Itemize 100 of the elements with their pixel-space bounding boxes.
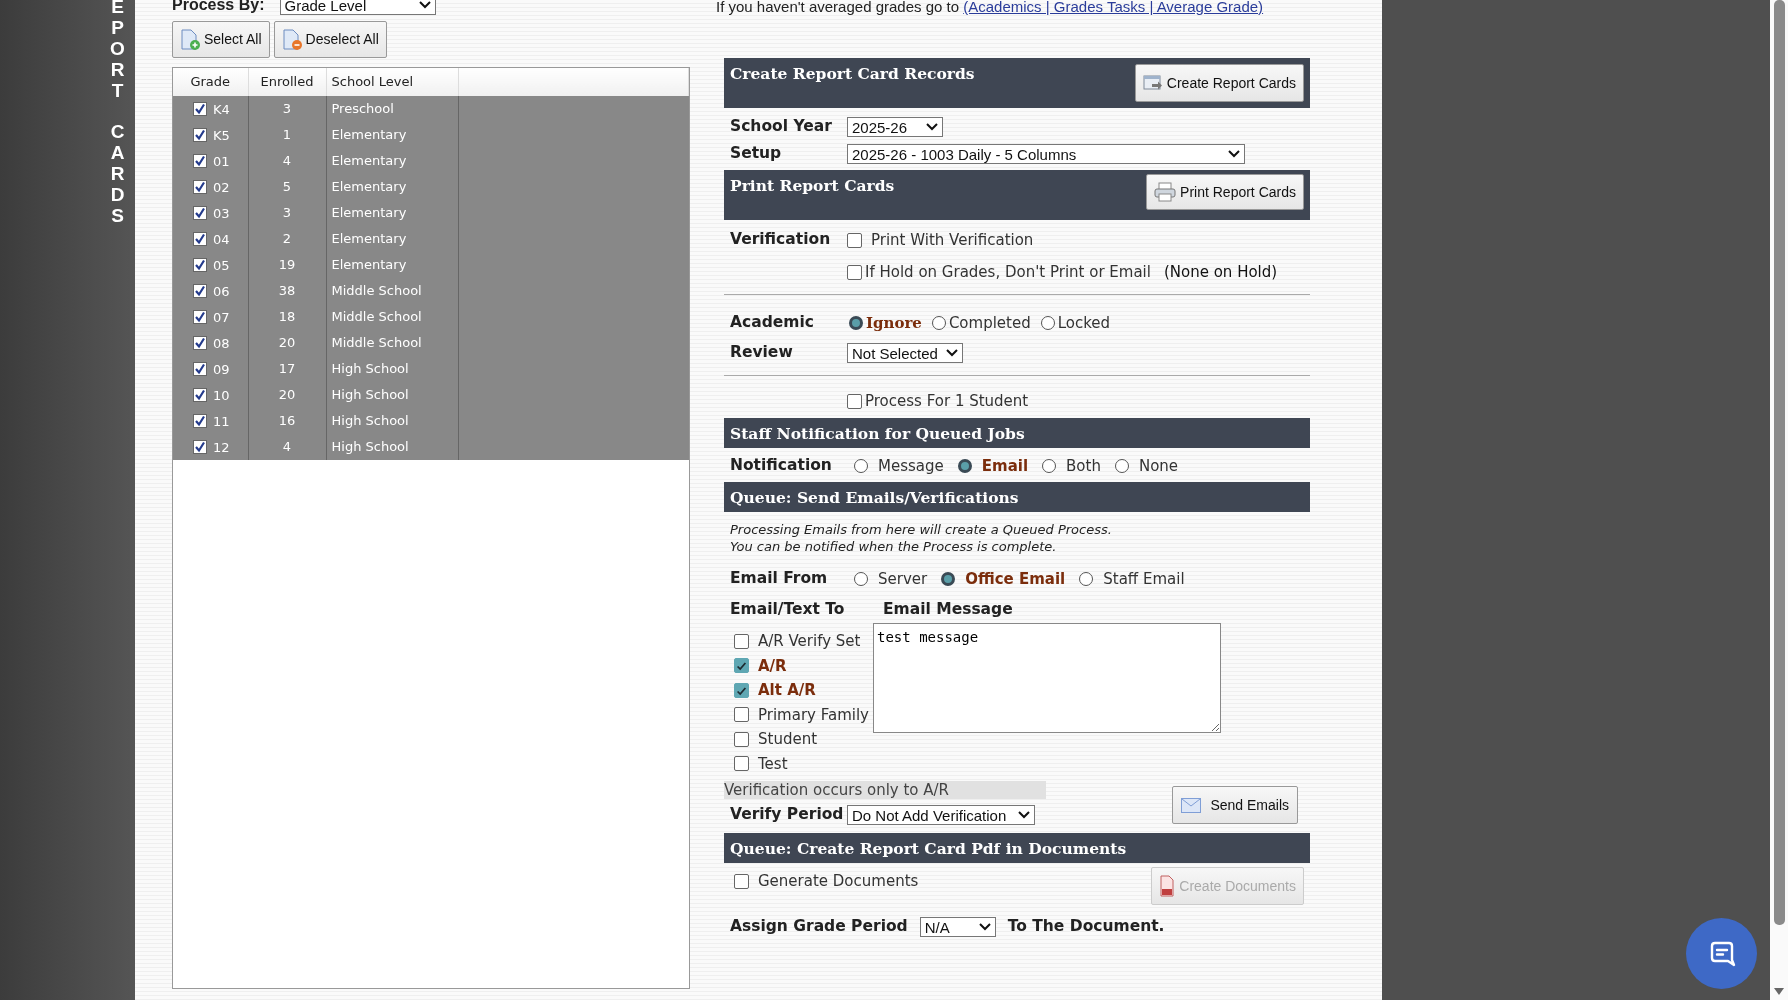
hold-status: (None on Hold)	[1163, 261, 1278, 283]
enrolled-cell: 1	[248, 122, 326, 148]
envelope-icon	[1181, 797, 1202, 813]
grade-checkbox[interactable]	[193, 206, 207, 221]
enrolled-cell: 2	[248, 226, 326, 252]
grade-checkbox[interactable]	[193, 258, 207, 273]
checkbox[interactable]	[734, 658, 749, 674]
grade-cell: 03	[213, 205, 230, 221]
option-label: If Hold on Grades, Don't Print or Email	[865, 261, 1151, 283]
caret-icon	[946, 349, 958, 357]
enrolled-cell: 16	[248, 408, 326, 434]
option-label: Completed	[948, 312, 1031, 334]
grade-cell: 02	[213, 179, 230, 195]
message-field[interactable]: test message	[873, 623, 1221, 733]
radio-button[interactable]	[854, 459, 868, 473]
grade-cell: 09	[213, 361, 230, 377]
option-label: None	[1138, 455, 1179, 477]
document-icon	[180, 28, 200, 51]
checkbox[interactable]	[847, 393, 862, 409]
caret-icon	[978, 923, 991, 931]
option-label: Print With Verification	[871, 229, 1034, 251]
option-label: Both	[1066, 455, 1101, 477]
average-grade-link[interactable]: (Academics | Grades Tasks | Average Grade)	[963, 0, 1264, 15]
school-level-cell: High School	[326, 408, 458, 434]
radio-button[interactable]	[1040, 316, 1055, 330]
option-label: Message	[878, 455, 944, 477]
grade-checkbox[interactable]	[193, 336, 207, 351]
grade-period-select[interactable]: N/A	[919, 917, 996, 937]
select-all-button[interactable]: Select All	[172, 21, 270, 58]
checkbox[interactable]	[734, 873, 749, 889]
checkbox[interactable]	[734, 633, 749, 649]
school-year-select[interactable]: 2025-26	[847, 117, 943, 137]
radio-button[interactable]	[1079, 572, 1094, 586]
radio-button[interactable]	[957, 459, 972, 473]
checkbox[interactable]	[734, 756, 749, 772]
enrolled-cell: 20	[248, 330, 326, 356]
info-text: Processing Emails from here will create a Queued Process.	[730, 521, 1113, 538]
grade-cell: 12	[213, 439, 230, 455]
enrolled-cell: 4	[248, 434, 326, 460]
grade-cell: 04	[213, 231, 230, 247]
school-level-cell: High School	[326, 382, 458, 408]
send-emails-button[interactable]: Send Emails	[1172, 786, 1298, 824]
checkbox[interactable]	[734, 682, 749, 698]
section-title: Print Report Cards	[730, 175, 895, 197]
grade-cell: 10	[213, 387, 230, 403]
grade-checkbox[interactable]	[193, 414, 207, 429]
grade-checkbox[interactable]	[193, 310, 207, 325]
enrolled-cell: 5	[248, 174, 326, 200]
grade-checkbox[interactable]	[193, 362, 207, 377]
radio-button[interactable]	[941, 572, 956, 586]
setup-select[interactable]: 2025-26 - 1003 Daily - 5 Columns	[847, 144, 1245, 164]
field-label: To The Document.	[1007, 916, 1165, 938]
radio-button[interactable]	[931, 316, 946, 330]
enrolled-cell: 20	[248, 382, 326, 408]
create-report-cards-button[interactable]: Create Report Cards	[1134, 64, 1304, 102]
field-label: Academic	[730, 312, 815, 334]
enrolled-cell: 17	[248, 356, 326, 382]
radio-button[interactable]	[1042, 459, 1057, 473]
radio-button[interactable]	[1114, 459, 1129, 473]
grade-cell: 11	[213, 413, 230, 429]
option-label: Email	[981, 455, 1029, 477]
grade-checkbox[interactable]	[193, 284, 207, 299]
grade-checkbox[interactable]	[193, 388, 207, 403]
radio-button[interactable]	[854, 572, 868, 586]
option-label: Ignore	[866, 312, 922, 334]
school-level-cell: Elementary	[326, 200, 458, 226]
grade-checkbox[interactable]	[193, 102, 207, 117]
option-label: Generate Documents	[758, 870, 919, 892]
process-by-select[interactable]: Grade Level	[279, 0, 436, 15]
field-label: Setup	[730, 143, 783, 165]
school-level-cell: High School	[326, 434, 458, 460]
verify-period-select[interactable]: Do Not Add Verification	[847, 805, 1035, 825]
info-text: You can be notified when the Process is complete.	[730, 538, 1058, 555]
checkbox[interactable]	[734, 707, 749, 723]
checkbox[interactable]	[847, 264, 862, 280]
option-label: Staff Email	[1103, 568, 1185, 590]
enrolled-cell: 4	[248, 148, 326, 174]
grade-checkbox[interactable]	[193, 128, 207, 143]
enrolled-cell: 38	[248, 278, 326, 304]
section-title: Staff Notification for Queued Jobs	[730, 423, 1025, 444]
school-level-cell: Elementary	[326, 122, 458, 148]
grade-cell: K5	[213, 127, 230, 143]
grade-cell: 08	[213, 335, 230, 351]
grade-checkbox[interactable]	[193, 180, 207, 195]
checkbox[interactable]	[734, 731, 749, 747]
option-label: Alt A/R	[758, 680, 816, 701]
vertical-title: EPORT CARDS	[109, 0, 126, 227]
option-label: Test	[758, 753, 788, 775]
option-label: Process For 1 Student	[865, 390, 1029, 412]
review-select[interactable]: Not Selected	[847, 343, 963, 363]
print-report-cards-button[interactable]: Print Report Cards	[1146, 174, 1304, 210]
deselect-all-button[interactable]: Deselect All	[273, 21, 387, 58]
grade-checkbox[interactable]	[193, 154, 207, 169]
field-label: Email Message	[883, 599, 1013, 621]
school-level-cell: Elementary	[326, 226, 458, 252]
radio-button[interactable]	[849, 316, 863, 330]
grade-checkbox[interactable]	[193, 232, 207, 247]
school-level-cell: Elementary	[326, 148, 458, 174]
grade-checkbox[interactable]	[193, 440, 207, 455]
checkbox[interactable]	[847, 232, 862, 248]
